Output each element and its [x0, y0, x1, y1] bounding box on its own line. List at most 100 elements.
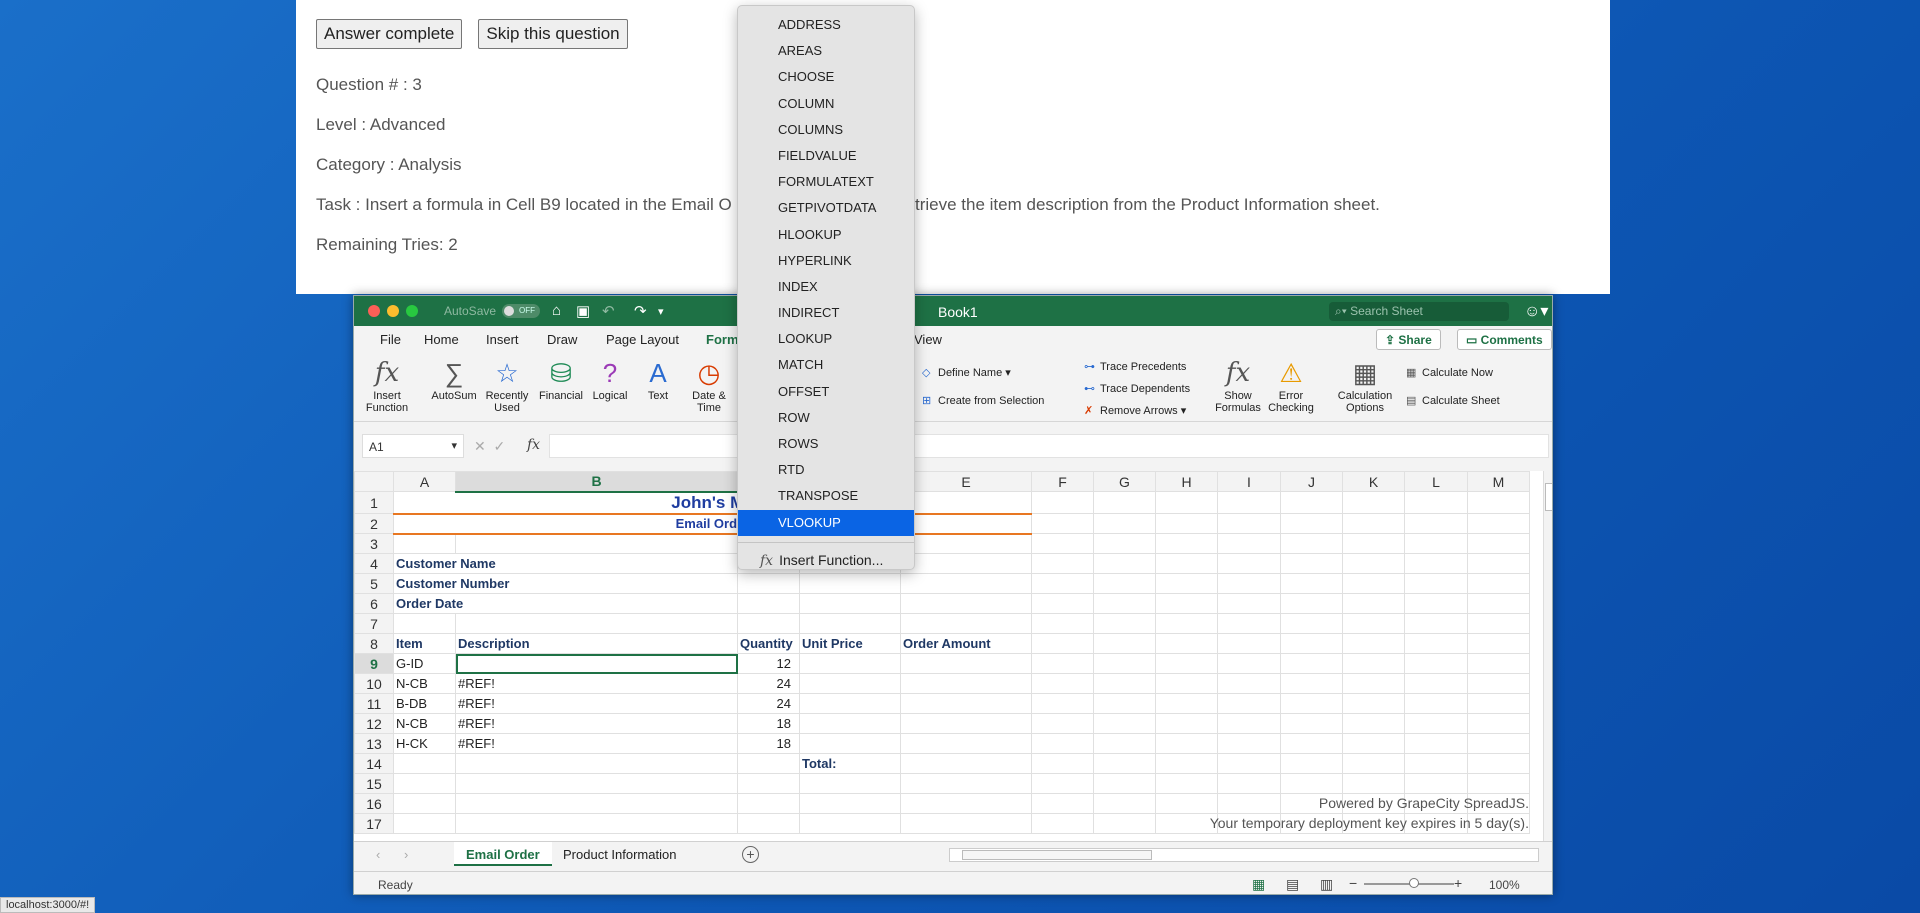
cell[interactable] — [1217, 553, 1281, 574]
cell-header-quantity[interactable]: Quantity — [737, 633, 800, 654]
formula-input[interactable] — [549, 434, 1549, 458]
cell[interactable] — [1155, 533, 1218, 554]
calculate-now-button[interactable]: ▦ Calculate Now — [1406, 366, 1493, 379]
col-header[interactable]: E — [900, 471, 1032, 492]
cell-quantity[interactable]: 18 — [737, 733, 800, 754]
page-layout-view-icon[interactable]: ▤ — [1286, 876, 1299, 893]
cell[interactable] — [1342, 553, 1405, 574]
col-header[interactable]: K — [1342, 471, 1405, 492]
cell[interactable] — [1342, 573, 1405, 594]
cell[interactable] — [1467, 773, 1530, 794]
row-header[interactable]: 4 — [354, 553, 394, 574]
cancel-confirm-icons[interactable]: ✕ ✓ — [474, 438, 505, 455]
financial-button[interactable]: ⛁ Financial — [536, 356, 586, 402]
cell[interactable] — [1031, 633, 1094, 654]
cell-item[interactable]: H-CK — [393, 733, 456, 754]
cell[interactable] — [1404, 513, 1468, 534]
error-checking-button[interactable]: ⚠ Error Checking — [1266, 356, 1316, 414]
cell[interactable] — [1093, 633, 1156, 654]
spreadsheet-grid[interactable]: A B E F G H I J K L M 1 John's Ma 2 Emai… — [354, 471, 1543, 841]
dropdown-item[interactable]: AREAS — [738, 38, 914, 64]
cell[interactable] — [1093, 793, 1156, 814]
sheet-tab-email-order[interactable]: Email Order — [454, 842, 552, 866]
col-header[interactable]: L — [1404, 471, 1468, 492]
sheet-tab-product-information[interactable]: Product Information — [551, 842, 688, 866]
cell[interactable] — [1467, 673, 1530, 694]
cell[interactable] — [900, 773, 1032, 794]
cell[interactable] — [1155, 491, 1218, 514]
name-box[interactable]: A1 — [362, 434, 464, 458]
cell[interactable] — [1342, 773, 1405, 794]
cell[interactable] — [1031, 513, 1094, 534]
cell[interactable] — [1467, 653, 1530, 674]
cell[interactable] — [1404, 491, 1468, 514]
cell[interactable] — [1467, 613, 1530, 634]
cell[interactable] — [455, 533, 738, 554]
cell[interactable] — [1342, 613, 1405, 634]
feedback-icon[interactable]: ☺▾ — [1524, 301, 1548, 321]
tab-draw[interactable]: Draw — [547, 332, 577, 347]
zoom-level[interactable]: 100% — [1489, 878, 1520, 892]
col-header[interactable]: H — [1155, 471, 1218, 492]
cell[interactable] — [1031, 813, 1094, 834]
cell[interactable] — [1342, 653, 1405, 674]
trace-precedents-button[interactable]: ⊶ Trace Precedents — [1084, 360, 1186, 373]
cell[interactable] — [1155, 593, 1218, 614]
cell[interactable] — [1342, 533, 1405, 554]
cell[interactable] — [1467, 513, 1530, 534]
cell[interactable] — [1155, 693, 1218, 714]
cell[interactable] — [1467, 713, 1530, 734]
show-formulas-button[interactable]: fx Show Formulas — [1214, 356, 1262, 414]
maximize-window-button[interactable] — [406, 305, 418, 317]
cell[interactable] — [799, 613, 901, 634]
cell[interactable] — [1217, 613, 1281, 634]
cell[interactable] — [1404, 573, 1468, 594]
remove-arrows-button[interactable]: ✗ Remove Arrows ▾ — [1084, 404, 1186, 417]
cell[interactable] — [737, 593, 800, 614]
cell[interactable] — [1280, 753, 1343, 774]
cell[interactable] — [1155, 553, 1218, 574]
dropdown-insert-function[interactable]: fx Insert Function... — [738, 548, 914, 572]
calculate-sheet-button[interactable]: ▤ Calculate Sheet — [1406, 394, 1500, 407]
cell[interactable] — [1093, 593, 1156, 614]
cell[interactable] — [1404, 693, 1468, 714]
tab-file[interactable]: File — [380, 332, 401, 347]
cell-subtitle[interactable]: Email Order — [393, 512, 1032, 535]
dropdown-item[interactable]: COLUMNS — [738, 117, 914, 143]
cell[interactable] — [1031, 653, 1094, 674]
cell[interactable] — [1467, 753, 1530, 774]
row-header[interactable]: 13 — [354, 733, 394, 754]
cell[interactable] — [1280, 633, 1343, 654]
tab-page-layout[interactable]: Page Layout — [606, 332, 679, 347]
dropdown-item[interactable]: FORMULATEXT — [738, 169, 914, 195]
cell[interactable] — [455, 813, 738, 834]
col-header[interactable]: A — [393, 471, 456, 492]
cell[interactable] — [1342, 713, 1405, 734]
fx-icon-formula-bar[interactable]: fx — [527, 437, 540, 453]
dropdown-item[interactable]: COLUMN — [738, 91, 914, 117]
cell-quantity[interactable]: 24 — [737, 673, 800, 694]
date-time-button[interactable]: ◷ Date & Time — [686, 356, 732, 414]
cell[interactable] — [1093, 533, 1156, 554]
cell[interactable] — [900, 653, 1032, 674]
cell[interactable] — [1217, 673, 1281, 694]
cell-header-unit-price[interactable]: Unit Price — [799, 633, 901, 654]
cell-item[interactable]: N-CB — [393, 673, 456, 694]
cell[interactable] — [1031, 573, 1094, 594]
cell[interactable] — [1155, 813, 1218, 834]
cell[interactable] — [799, 653, 901, 674]
autosum-button[interactable]: ∑ AutoSum — [430, 356, 478, 402]
text-button[interactable]: A Text — [640, 356, 676, 402]
cell-quantity[interactable]: 24 — [737, 693, 800, 714]
cell[interactable] — [1217, 633, 1281, 654]
cell[interactable] — [900, 673, 1032, 694]
cell[interactable] — [799, 773, 901, 794]
skip-question-button[interactable]: Skip this question — [478, 19, 628, 49]
cell[interactable] — [900, 753, 1032, 774]
cell-customer-name[interactable]: Customer Name — [393, 553, 738, 574]
cell[interactable] — [1093, 513, 1156, 534]
cell-b9-selected[interactable] — [455, 653, 738, 674]
create-from-selection-button[interactable]: ⊞ Create from Selection — [922, 394, 1044, 407]
cell[interactable] — [1217, 653, 1281, 674]
cell[interactable] — [1404, 713, 1468, 734]
